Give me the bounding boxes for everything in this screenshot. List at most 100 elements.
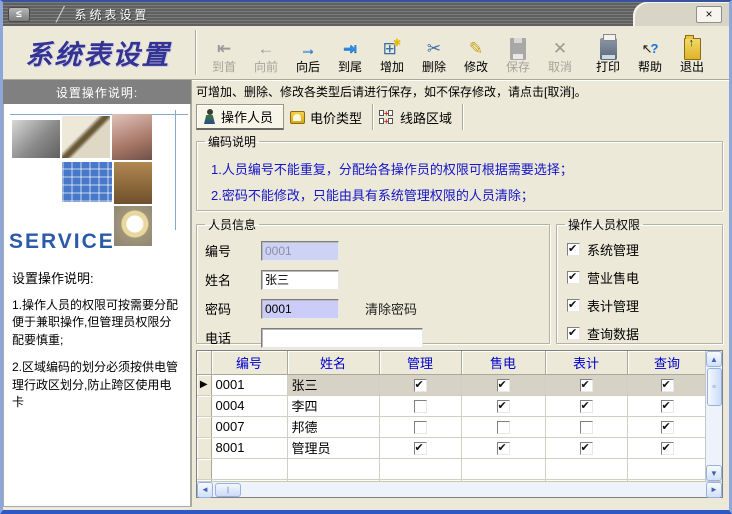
cell-perm[interactable] (545, 374, 627, 395)
cell-code[interactable]: 0007 (211, 416, 287, 437)
cell-code[interactable]: 0004 (211, 395, 287, 416)
cell-name[interactable]: 管理员 (287, 437, 379, 458)
cell-code[interactable] (211, 458, 287, 479)
cell-perm[interactable] (627, 374, 705, 395)
grid-checkbox[interactable] (497, 379, 510, 392)
grid-checkbox[interactable] (497, 442, 510, 455)
column-header-姓名[interactable]: 姓名 (287, 351, 379, 374)
grid-checkbox[interactable] (414, 379, 427, 392)
form-row: 姓名 (205, 266, 541, 293)
print-button[interactable]: 打印 (587, 30, 629, 76)
field-label: 姓名 (205, 270, 261, 289)
姓名-field[interactable] (261, 270, 339, 290)
help-button[interactable]: ↖?帮助 (629, 30, 671, 76)
cell-perm[interactable] (379, 395, 461, 416)
checkbox[interactable] (567, 271, 580, 284)
photo-pen (62, 116, 110, 158)
grid-checkbox[interactable] (580, 442, 593, 455)
checkbox[interactable] (567, 327, 580, 340)
column-header-管理[interactable]: 管理 (379, 351, 461, 374)
save-icon (510, 38, 526, 60)
scroll-up-button[interactable]: ▲ (706, 351, 722, 367)
exit-button[interactable]: 退出 (671, 30, 713, 76)
operators-grid: 编号姓名管理售电表计查询▶0001张三0004李四0007邦德8001管理员记录… (196, 350, 723, 498)
grid-checkbox[interactable] (661, 400, 674, 413)
cell-perm[interactable] (545, 437, 627, 458)
cell-perm[interactable] (461, 374, 545, 395)
toolbar-button-label: 保存 (506, 60, 530, 74)
grid-checkbox[interactable] (414, 442, 427, 455)
nav-first-button: ⇤到首 (203, 30, 245, 76)
密码-field[interactable] (261, 299, 339, 319)
cell-perm[interactable] (627, 458, 705, 479)
scroll-left-button[interactable]: ◄ (197, 482, 213, 498)
add-button[interactable]: ⊞✱增加 (371, 30, 413, 76)
cell-perm[interactable] (627, 416, 705, 437)
cell-perm[interactable] (461, 416, 545, 437)
cell-perm[interactable] (627, 437, 705, 458)
grid-checkbox[interactable] (580, 400, 593, 413)
column-header-表计[interactable]: 表计 (545, 351, 627, 374)
cell-perm[interactable] (379, 437, 461, 458)
checkbox[interactable] (567, 243, 580, 256)
delete-button[interactable]: ✂删除 (413, 30, 455, 76)
checkbox[interactable] (567, 299, 580, 312)
clear-password-link[interactable]: 清除密码 (365, 299, 417, 318)
permission-item[interactable]: 查询数据 (567, 320, 714, 347)
column-header-售电[interactable]: 售电 (461, 351, 545, 374)
close-button[interactable]: × (696, 6, 722, 23)
电话-field[interactable] (261, 328, 423, 348)
titlebar[interactable]: ≤ ╱ 系统表设置 × (3, 2, 729, 26)
column-header-查询[interactable]: 查询 (627, 351, 705, 374)
person-icon (203, 109, 216, 124)
net-plus: + (384, 119, 389, 125)
grid-checkbox[interactable] (414, 400, 427, 413)
permission-item[interactable]: 表计管理 (567, 292, 714, 319)
cell-name[interactable]: 张三 (287, 374, 379, 395)
grid-checkbox[interactable] (661, 421, 674, 434)
cell-name[interactable]: 李四 (287, 395, 379, 416)
vertical-scrollbar[interactable]: ▲ ≡ ▼ (705, 351, 722, 481)
column-header-编号[interactable]: 编号 (211, 351, 287, 374)
cell-perm[interactable] (461, 437, 545, 458)
scroll-right-button[interactable]: ► (706, 482, 722, 498)
grid-checkbox[interactable] (497, 421, 510, 434)
grid-checkbox[interactable] (580, 379, 593, 392)
grid-checkbox[interactable] (414, 421, 427, 434)
cell-name[interactable] (287, 458, 379, 479)
nav-next-button[interactable]: →向后 (287, 30, 329, 76)
scroll-down-button[interactable]: ▼ (706, 465, 722, 481)
vertical-scroll-track[interactable] (706, 407, 722, 465)
cell-perm[interactable] (461, 458, 545, 479)
edit-button[interactable]: ✎修改 (455, 30, 497, 76)
cell-perm[interactable] (379, 374, 461, 395)
cell-perm[interactable] (545, 395, 627, 416)
tab-label: 操作人员 (221, 107, 273, 126)
tab-线路区域[interactable]: ++线路区域 (373, 104, 463, 130)
horizontal-scroll-thumb[interactable]: ∥ (215, 483, 241, 497)
tab-电价类型[interactable]: 电价类型 (284, 104, 373, 130)
cell-name[interactable]: 邦德 (287, 416, 379, 437)
cell-perm[interactable] (379, 458, 461, 479)
cell-code[interactable]: 8001 (211, 437, 287, 458)
nav-last-button[interactable]: ⇥到尾 (329, 30, 371, 76)
cell-perm[interactable] (545, 458, 627, 479)
vertical-scroll-thumb[interactable]: ≡ (707, 368, 722, 406)
tab-操作人员[interactable]: 操作人员 (196, 104, 284, 130)
grid-checkbox[interactable] (580, 421, 593, 434)
cell-code[interactable]: 0001 (211, 374, 287, 395)
grid-checkbox[interactable] (497, 400, 510, 413)
cell-perm[interactable] (545, 416, 627, 437)
nav-first-icon: ⇤ (217, 38, 231, 60)
horizontal-scrollbar[interactable]: ◄ ∥ ► (197, 481, 722, 497)
cell-perm[interactable] (627, 395, 705, 416)
cell-perm[interactable] (379, 416, 461, 437)
titlebar-curve: ╱ (56, 6, 64, 23)
table-header-row: 编号姓名管理售电表计查询 (197, 351, 705, 374)
grid-checkbox[interactable] (661, 379, 674, 392)
permission-item[interactable]: 系统管理 (567, 236, 714, 263)
cell-perm[interactable] (461, 395, 545, 416)
permission-item[interactable]: 营业售电 (567, 264, 714, 291)
grid-checkbox[interactable] (661, 442, 674, 455)
sidebar-notes: 1.操作人员的权限可按需要分配便于兼职操作,但管理员权限分配要慎重;2.区域编码… (4, 297, 190, 411)
